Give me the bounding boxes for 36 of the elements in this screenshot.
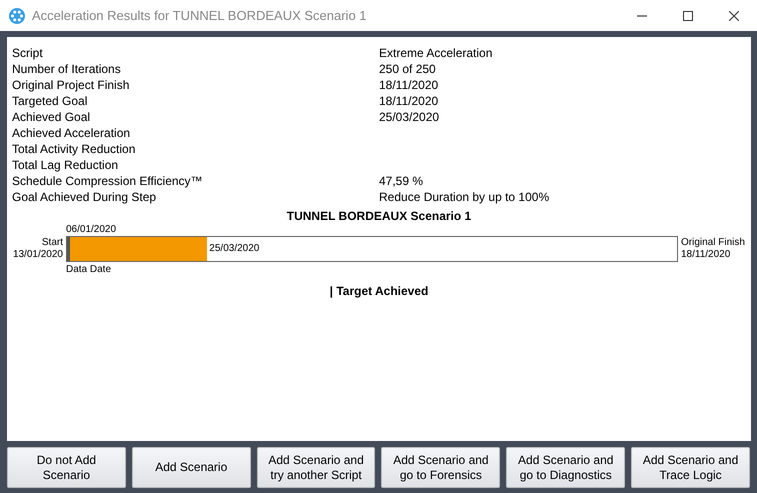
maximize-icon[interactable] (683, 10, 693, 20)
status-text: | Target Achieved (328, 284, 430, 298)
field-label: Goal Achieved During Step (12, 189, 158, 205)
data-date: 06/01/2020 (66, 224, 118, 236)
action-button[interactable]: Add Scenario and try another Script (256, 447, 376, 488)
action-button[interactable]: Add Scenario and go to Diagnostics (506, 447, 626, 488)
start-label: Start (42, 237, 63, 249)
chart-title: TUNNEL BORDEAUX Scenario 1 (286, 208, 472, 224)
action-button[interactable]: Add Scenario and Trace Logic (631, 447, 750, 488)
start-date: 13/01/2020 (12, 249, 63, 261)
finish-date: 18/11/2020 (681, 249, 730, 261)
field-value: Reduce Duration by up to 100% (379, 189, 550, 205)
field-value: 47,59 % (379, 173, 424, 189)
window-title: Acceleration Results for TUNNEL BORDEAUX Scenario 1 (32, 8, 368, 23)
action-button[interactable]: Do not Add Scenario (7, 447, 126, 488)
field-label: Original Project Finish (12, 77, 130, 93)
field-label: Schedule Compression Efficiency™ (12, 173, 204, 189)
field-label: Total Lag Reduction (12, 157, 120, 173)
field-value: 18/11/2020 (379, 93, 440, 109)
field-value: Extreme Acceleration (379, 45, 494, 61)
field-label: Achieved Acceleration (12, 125, 132, 141)
field-label: Number of Iterations (12, 61, 122, 77)
field-label: Total Activity Reduction (12, 141, 136, 157)
field-value: 250 of 250 (379, 61, 437, 77)
action-button[interactable]: Add Scenario (132, 447, 251, 488)
app-icon (9, 8, 25, 24)
data-date-label: Data Date (66, 264, 112, 276)
field-label: Achieved Goal (12, 109, 92, 125)
close-icon[interactable] (729, 10, 739, 20)
finish-label: Original Finish (681, 237, 745, 249)
achieved-date: 25/03/2020 (209, 243, 260, 255)
action-button[interactable]: Add Scenario and go to Forensics (381, 447, 500, 488)
field-value: 18/11/2020 (379, 77, 440, 93)
field-value: 25/03/2020 (379, 109, 440, 125)
field-label: Targeted Goal (12, 93, 88, 109)
field-label: Script (12, 45, 44, 61)
